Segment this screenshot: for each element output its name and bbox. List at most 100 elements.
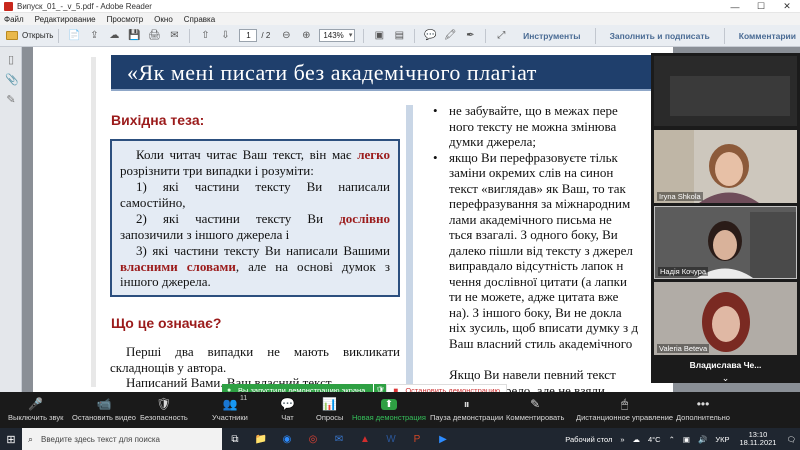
menu-window[interactable]: Окно [154,15,173,24]
text-line: Ваш власний стиль академічного [449,335,633,351]
clock-date: 18.11.2021 [739,438,777,447]
pen-icon: ✎ [530,397,541,411]
windows-start-icon[interactable]: ⊞ [0,428,22,450]
email-icon[interactable]: ✉ [166,29,182,43]
participant-name: Valeria Beteva [657,344,710,353]
minimize-button[interactable]: — [722,0,748,13]
fit-width-icon[interactable]: ▤ [391,29,407,43]
text-line: на). З іншого боку, Ви не докла [449,304,622,320]
button-label: Чат [281,413,294,422]
zoom-level-select[interactable]: 143% [319,29,356,42]
page-up-icon[interactable]: ⇧ [197,29,213,43]
section-heading: Що це означає? [111,315,222,331]
microphone-icon: 🎤 [28,397,44,411]
page-number-input[interactable]: 1 [239,29,258,42]
right-column: не забувайте, що в межах пере ного текст… [433,103,673,351]
fit-page-icon[interactable]: ▣ [371,29,387,43]
windows-taskbar: ⊞ ⌕ Введите здесь текст для поиска ⧉ 📁 ◉… [0,428,800,450]
zoom-out-icon[interactable]: ⊖ [278,29,294,43]
fill-sign-link[interactable]: Заполнить и подписать [610,31,710,41]
volume-icon[interactable]: 🔊 [698,435,707,444]
button-label: Новая демонстрация [352,413,426,422]
chevron-up-icon[interactable]: ⌃ [669,435,675,444]
chevron-up-icon[interactable]: » [620,435,624,444]
open-label: Открыть [22,31,54,40]
menu-edit[interactable]: Редактирование [35,15,96,24]
highlight-icon[interactable]: 🖍 [442,29,458,43]
create-pdf-icon[interactable]: 📄 [66,29,82,43]
column-divider [406,105,413,392]
video-tile[interactable]: Надія Кочура [654,206,797,279]
video-tile[interactable]: Valeria Beteva [654,282,797,355]
adobe-reader-icon[interactable]: ▲ [355,428,375,450]
cloud-icon[interactable]: ☁ [106,29,122,43]
zoom-meeting-icon[interactable]: ▶ [433,428,453,450]
clock[interactable]: 13:10 18.11.2021 [739,431,776,447]
zoom-in-icon[interactable]: ⊕ [298,29,314,43]
system-tray: Рабочий стол » ☁ 4°C ⌃ ▣ 🔊 УКР 13:10 18.… [561,428,800,450]
page-thumbnails-icon[interactable]: ▯ [5,53,17,67]
participant-name: Надія Кочура [658,267,709,276]
security-button[interactable]: 🛡 Безопасность [140,395,188,425]
participants-button[interactable]: 👥 11 Участники [212,395,248,425]
zoom-controls: 🎤 Выключить звук 📹 Остановить видео 🛡 Бе… [0,392,800,428]
weather-temp[interactable]: 4°C [648,435,661,444]
close-button[interactable]: ✕ [774,0,800,13]
pause-share-button[interactable]: ⏸ Пауза демонстрации [430,395,503,425]
text-line: чення дослівної цитати (а лапки [449,273,627,289]
expand-icon[interactable]: ⤢ [493,29,509,43]
print-icon[interactable]: 🖨 [146,29,162,43]
page-left-stripe [91,57,96,387]
notifications-icon[interactable]: 🗨 [786,435,796,444]
chevron-down-icon[interactable]: ⌄ [651,373,800,384]
polls-button[interactable]: 📊 Опросы [316,395,343,425]
taskbar-search[interactable]: ⌕ Введите здесь текст для поиска [22,428,222,450]
stop-video-button[interactable]: 📹 Остановить видео [72,395,136,425]
desktop-toolbar-label[interactable]: Рабочий стол [565,435,612,444]
chat-icon: 💬 [280,397,295,411]
chrome-icon[interactable]: ◎ [303,428,323,450]
powerpoint-icon[interactable]: P [407,428,427,450]
button-label: Безопасность [140,413,188,422]
video-tile-minimized[interactable] [654,56,797,126]
word-icon[interactable]: W [381,428,401,450]
remote-control-button[interactable]: 🖱 Дистанционное управление [576,395,673,425]
new-share-button[interactable]: ⬆ Новая демонстрация [352,395,426,425]
quote-paragraph: 3) які частини тексту Ви написали Вашими… [120,243,390,290]
page-down-icon[interactable]: ⇩ [217,29,233,43]
more-button[interactable]: ••• Дополнительно [676,395,730,425]
comment-icon[interactable]: 💬 [422,29,438,43]
text-line: текст «виглядав» як Ваш, то так [449,180,626,196]
menu-help[interactable]: Справка [184,15,215,24]
comments-link[interactable]: Комментарии [739,31,796,41]
annotate-button[interactable]: ✎ Комментировать [506,395,564,425]
sign-icon[interactable]: ✒ [462,29,478,43]
weather-icon[interactable]: ☁ [633,435,641,444]
button-label: Опросы [316,413,344,422]
shield-icon: 🛡 [156,397,172,411]
tools-link[interactable]: Инструменты [523,31,580,41]
button-label: Дополнительно [676,413,730,422]
chat-button[interactable]: 💬 Чат [280,395,295,425]
language-indicator[interactable]: УКР [715,435,729,444]
share-arrow-glyph: ⬆ [380,398,398,410]
maximize-button[interactable]: ☐ [748,0,774,13]
task-view-icon[interactable]: ⧉ [225,428,245,450]
export-icon[interactable]: ⇪ [86,29,102,43]
highlight-text: власними словами [120,258,236,274]
active-speaker-name: Владислава Че... [689,360,762,370]
open-button[interactable]: Открыть [6,31,53,40]
participant-name: Iryna Shkola [657,192,703,201]
save-icon[interactable]: 💾 [126,29,142,43]
attachments-icon[interactable]: 📎 [5,73,19,87]
signatures-icon[interactable]: ✎ [5,93,17,107]
file-explorer-icon[interactable]: 📁 [251,428,271,450]
mail-icon[interactable]: ✉ [329,428,349,450]
network-icon[interactable]: ▣ [683,435,690,444]
menu-file[interactable]: Файл [4,15,24,24]
mute-button[interactable]: 🎤 Выключить звук [8,395,63,425]
menu-view[interactable]: Просмотр [107,15,144,24]
zoom-app-icon[interactable]: ◉ [277,428,297,450]
section-heading: Вихідна теза: [111,112,205,128]
video-tile[interactable]: Iryna Shkola [654,130,797,203]
